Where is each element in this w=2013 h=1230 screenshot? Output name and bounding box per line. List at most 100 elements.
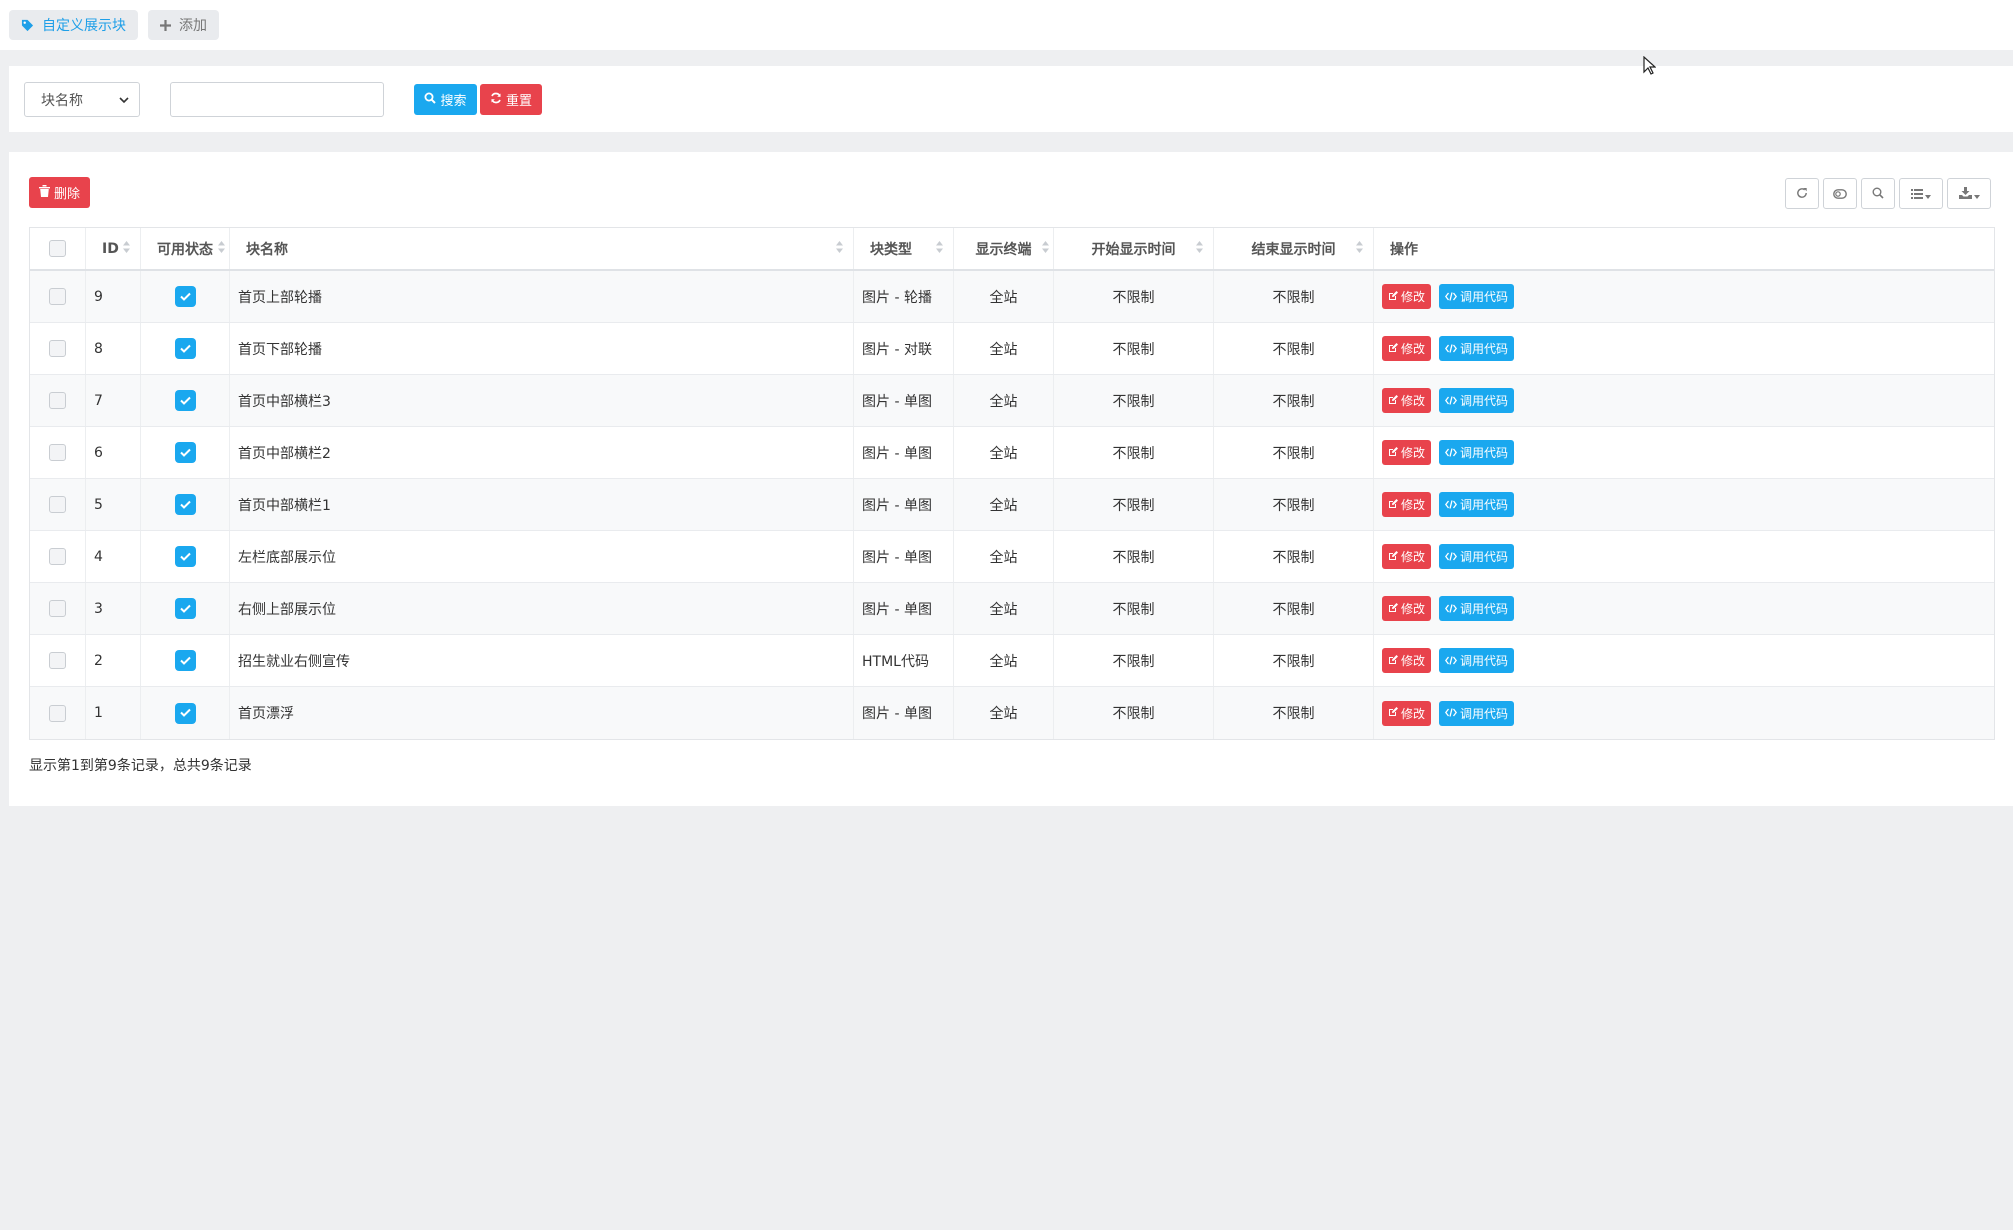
edit-button[interactable]: 修改: [1382, 596, 1432, 621]
row-checkbox[interactable]: [49, 548, 66, 565]
edit-button[interactable]: 修改: [1382, 492, 1432, 517]
edit-icon: [1388, 290, 1398, 304]
row-status-cell: [141, 583, 230, 634]
search-input[interactable]: [170, 82, 384, 117]
table-panel: 删除 ID 可用状态 块名称 块类型 显示终端 开始显示时间 结束显示时间 操作…: [9, 152, 2013, 806]
row-terminal: 全站: [954, 635, 1054, 686]
search-button[interactable]: 搜索: [414, 84, 477, 115]
toggle-view-button[interactable]: [1823, 178, 1857, 209]
row-actions: 修改 调用代码: [1374, 635, 1994, 686]
call-code-button-label: 调用代码: [1460, 342, 1509, 356]
row-terminal: 全站: [954, 271, 1054, 322]
status-toggle[interactable]: [174, 286, 196, 307]
row-select-cell: [30, 427, 86, 478]
table-search-button[interactable]: [1861, 178, 1895, 209]
plus-icon: [160, 19, 171, 31]
sort-icon: [218, 240, 225, 257]
row-start-time: 不限制: [1054, 583, 1214, 634]
header-end-time[interactable]: 结束显示时间: [1214, 228, 1374, 269]
header-id[interactable]: ID: [86, 228, 141, 269]
row-status-cell: [141, 479, 230, 530]
row-checkbox[interactable]: [49, 652, 66, 669]
call-code-button-label: 调用代码: [1460, 290, 1509, 304]
header-start-label: 开始显示时间: [1091, 241, 1176, 258]
row-type: 图片 - 轮播: [854, 271, 954, 322]
reset-button[interactable]: 重置: [480, 84, 542, 115]
edit-button[interactable]: 修改: [1382, 648, 1432, 673]
edit-button-label: 修改: [1401, 654, 1426, 668]
status-toggle[interactable]: [174, 650, 196, 671]
row-checkbox[interactable]: [49, 600, 66, 617]
check-icon: [179, 289, 191, 305]
columns-button[interactable]: [1899, 178, 1943, 209]
header-end-label: 结束显示时间: [1251, 241, 1336, 258]
table-row: 5 首页中部横栏1 图片 - 单图 全站 不限制 不限制 修改 调用代码: [30, 479, 1994, 531]
row-checkbox[interactable]: [49, 288, 66, 305]
status-toggle[interactable]: [174, 598, 196, 619]
check-icon: [179, 393, 191, 409]
status-toggle[interactable]: [174, 338, 196, 359]
call-code-button[interactable]: 调用代码: [1439, 648, 1515, 673]
search-field-select[interactable]: 块名称: [24, 82, 140, 117]
table-row: 7 首页中部横栏3 图片 - 单图 全站 不限制 不限制 修改 调用代码: [30, 375, 1994, 427]
row-type: 图片 - 单图: [854, 687, 954, 739]
call-code-button[interactable]: 调用代码: [1439, 388, 1515, 413]
row-name: 首页下部轮播: [230, 323, 854, 374]
tab-add[interactable]: 添加: [148, 10, 219, 40]
tab-custom-blocks[interactable]: 自定义展示块: [9, 10, 138, 40]
row-checkbox[interactable]: [49, 340, 66, 357]
search-panel: 块名称 搜索 重置: [9, 66, 2013, 132]
call-code-button[interactable]: 调用代码: [1439, 596, 1515, 621]
edit-button-label: 修改: [1401, 342, 1426, 356]
delete-button[interactable]: 删除: [29, 177, 90, 208]
tab-bar: 自定义展示块 添加: [0, 0, 2013, 50]
header-select-all[interactable]: [30, 228, 86, 269]
select-all-checkbox[interactable]: [49, 240, 66, 257]
edit-button[interactable]: 修改: [1382, 336, 1432, 361]
header-terminal[interactable]: 显示终端: [954, 228, 1054, 269]
header-start-time[interactable]: 开始显示时间: [1054, 228, 1214, 269]
edit-button[interactable]: 修改: [1382, 544, 1432, 569]
row-checkbox[interactable]: [49, 704, 66, 722]
row-type: 图片 - 对联: [854, 323, 954, 374]
edit-button[interactable]: 修改: [1382, 388, 1432, 413]
refresh-table-button[interactable]: [1785, 178, 1819, 209]
search-icon: [1872, 184, 1884, 203]
code-icon: [1444, 498, 1458, 512]
status-toggle[interactable]: [174, 702, 196, 724]
header-name[interactable]: 块名称: [230, 228, 854, 269]
call-code-button[interactable]: 调用代码: [1439, 440, 1515, 465]
status-toggle[interactable]: [174, 546, 196, 567]
status-toggle[interactable]: [174, 494, 196, 515]
call-code-button[interactable]: 调用代码: [1439, 544, 1515, 569]
row-status-cell: [141, 323, 230, 374]
table-row: 3 右侧上部展示位 图片 - 单图 全站 不限制 不限制 修改 调用代码: [30, 583, 1994, 635]
status-toggle[interactable]: [174, 390, 196, 411]
status-toggle[interactable]: [174, 442, 196, 463]
row-checkbox[interactable]: [49, 392, 66, 409]
call-code-button[interactable]: 调用代码: [1439, 336, 1515, 361]
row-select-cell: [30, 271, 86, 322]
header-status[interactable]: 可用状态: [141, 228, 230, 269]
call-code-button[interactable]: 调用代码: [1439, 700, 1515, 726]
trash-icon: [38, 184, 50, 201]
call-code-button[interactable]: 调用代码: [1439, 492, 1515, 517]
row-checkbox[interactable]: [49, 444, 66, 461]
code-icon: [1444, 550, 1458, 564]
export-button[interactable]: [1947, 178, 1991, 209]
header-type[interactable]: 块类型: [854, 228, 954, 269]
row-name: 首页漂浮: [230, 687, 854, 739]
mouse-cursor-icon: [1643, 55, 1657, 79]
refresh-icon: [1796, 184, 1808, 203]
row-checkbox[interactable]: [49, 496, 66, 513]
row-select-cell: [30, 583, 86, 634]
row-name: 首页中部横栏2: [230, 427, 854, 478]
row-actions: 修改 调用代码: [1374, 375, 1994, 426]
edit-button[interactable]: 修改: [1382, 440, 1432, 465]
edit-button[interactable]: 修改: [1382, 284, 1432, 309]
call-code-button[interactable]: 调用代码: [1439, 284, 1515, 309]
check-icon: [179, 653, 191, 669]
code-icon: [1444, 446, 1458, 460]
row-actions: 修改 调用代码: [1374, 479, 1994, 530]
edit-button[interactable]: 修改: [1382, 700, 1432, 726]
